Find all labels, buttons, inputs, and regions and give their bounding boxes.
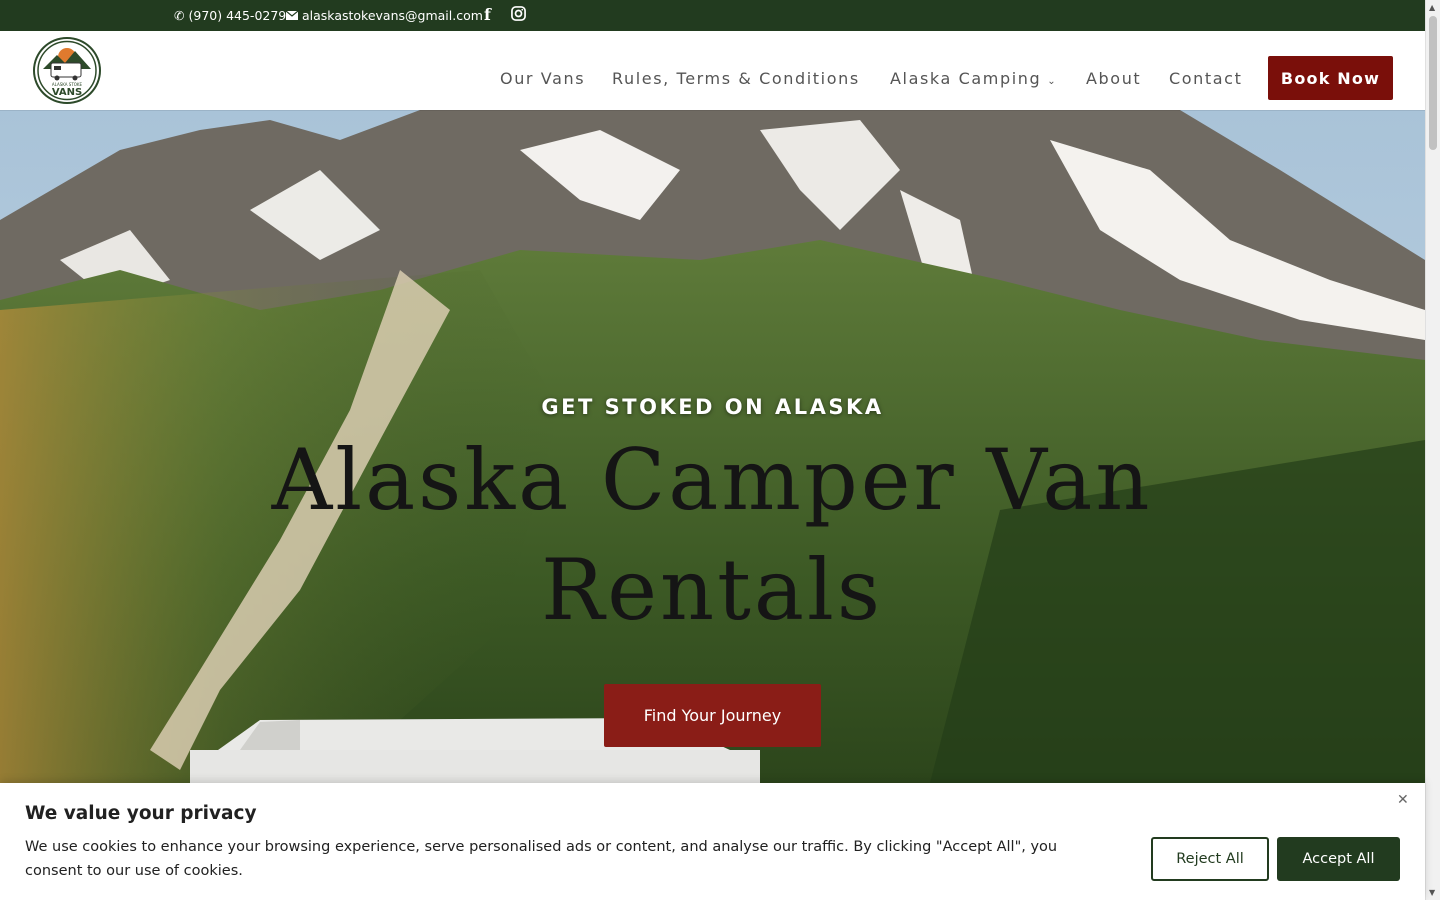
nav-our-vans[interactable]: Our Vans [500, 69, 585, 88]
hero-kicker: GET STOKED ON ALASKA [541, 395, 884, 419]
nav-alaska-camping[interactable]: Alaska Camping ⌄ [890, 69, 1057, 88]
cookie-text: We use cookies to enhance your browsing … [25, 839, 1058, 879]
nav-about[interactable]: About [1086, 69, 1141, 88]
facebook-icon[interactable]: f [484, 5, 491, 24]
logo-main-text: VANS [52, 87, 82, 98]
page-scrollbar[interactable]: ▲ ▼ [1425, 0, 1440, 900]
site-header: ALASKA STOKE VANS Our Vans Rules, Terms … [0, 31, 1425, 110]
book-now-button[interactable]: Book Now [1268, 56, 1393, 100]
hero-headline: Alaska Camper Van Rentals [271, 431, 1153, 639]
scroll-up-arrow-icon[interactable]: ▲ [1429, 3, 1435, 12]
find-your-journey-button[interactable]: Find Your Journey [604, 684, 821, 747]
phone-icon: ✆ [174, 8, 185, 23]
top-bar: ✆ (970) 445-0279 alaskastokevans@gmail.c… [0, 0, 1425, 31]
phone-number: (970) 445-0279 [188, 8, 287, 23]
accept-all-button[interactable]: Accept All [1277, 837, 1400, 881]
nav-rules-terms[interactable]: Rules, Terms & Conditions [612, 69, 860, 88]
phone-link[interactable]: ✆ (970) 445-0279 [174, 8, 286, 23]
nav-alaska-camping-label: Alaska Camping [890, 69, 1042, 88]
instagram-icon[interactable] [511, 6, 526, 21]
close-icon[interactable]: ✕ [1397, 792, 1409, 808]
email-address: alaskastokevans@gmail.com [302, 8, 483, 23]
scroll-thumb[interactable] [1429, 16, 1437, 150]
nav-contact[interactable]: Contact [1169, 69, 1242, 88]
hero-section: GET STOKED ON ALASKA Alaska Camper Van R… [0, 110, 1425, 900]
mail-icon [285, 8, 299, 23]
email-link[interactable]: alaskastokevans@gmail.com [285, 8, 483, 23]
reject-all-button[interactable]: Reject All [1151, 837, 1269, 881]
site-logo[interactable]: ALASKA STOKE VANS [33, 37, 101, 104]
chevron-down-icon: ⌄ [1047, 76, 1058, 87]
cookie-consent-banner: We value your privacy We use cookies to … [0, 783, 1425, 900]
scroll-down-arrow-icon[interactable]: ▼ [1429, 888, 1435, 897]
cookie-title: We value your privacy [25, 803, 257, 824]
